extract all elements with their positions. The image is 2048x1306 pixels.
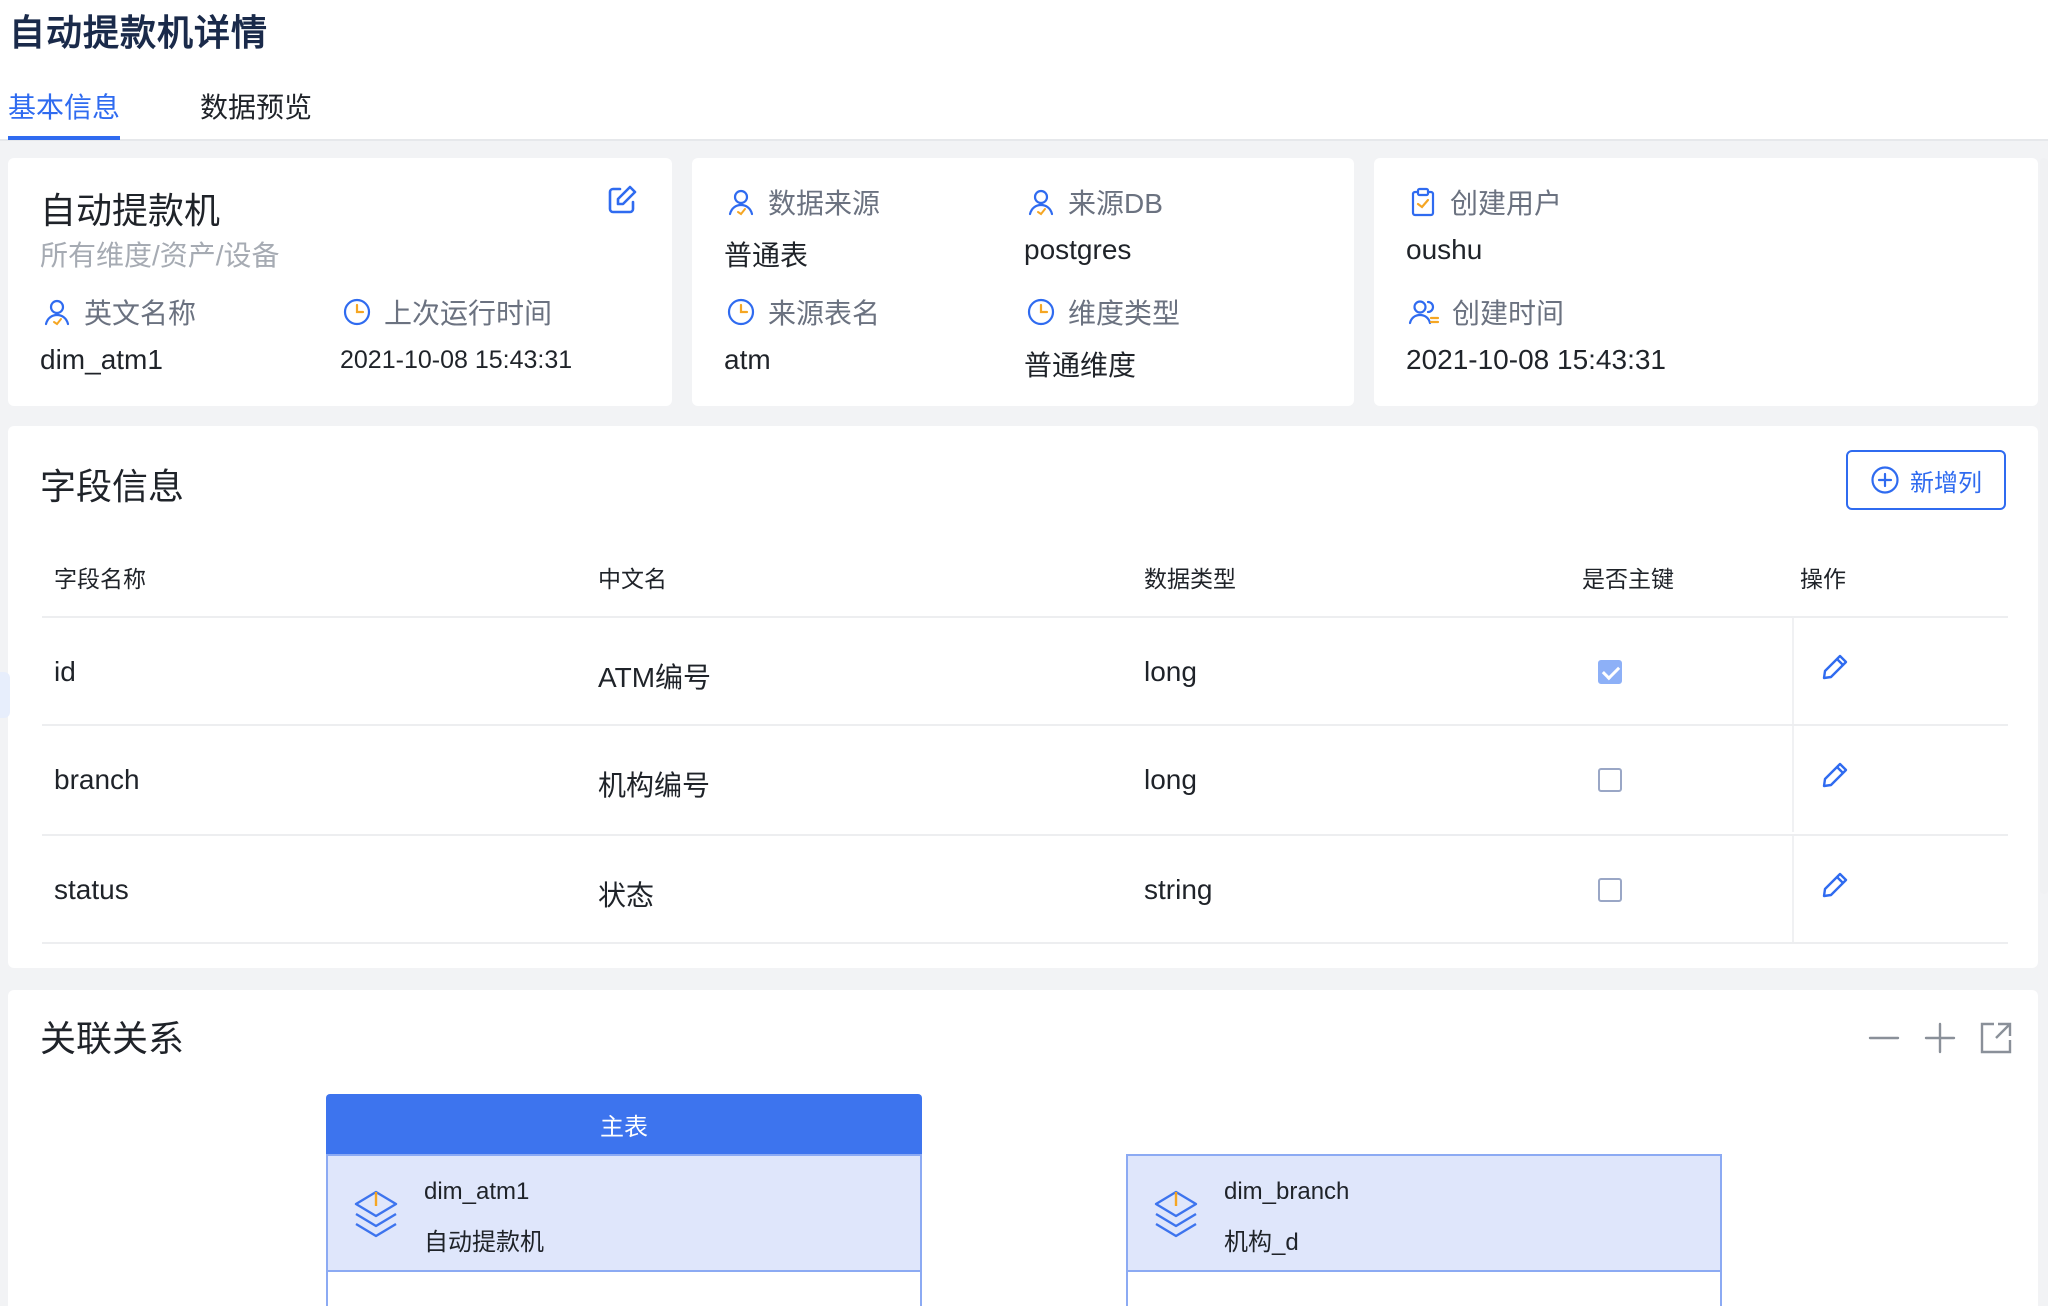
primary-key-checkbox[interactable] [1598, 768, 1622, 792]
clipboard-icon [1411, 187, 1435, 217]
cn-name-cell: 机构编号 [598, 770, 711, 801]
plus-icon[interactable] [1922, 1020, 1958, 1056]
field-name-cell: branch [54, 764, 140, 795]
fields-title: 字段信息 [40, 466, 185, 507]
add-column-label: 新增列 [1910, 469, 1982, 497]
last-run-value: 2021-10-08 15:43:31 [340, 346, 573, 374]
english-name-value: dim_atm1 [40, 344, 163, 375]
table-row: status 状态 string [42, 834, 2008, 942]
created-time-label-text: 创建时间 [1452, 298, 1565, 329]
source-db-label-text: 来源DB [1068, 188, 1163, 219]
source-table-label-text: 来源表名 [768, 298, 881, 329]
created-time-value: 2021-10-08 15:43:31 [1406, 344, 1666, 375]
data-source-label-text: 数据来源 [768, 188, 881, 219]
clock-icon [1027, 298, 1055, 326]
user-icon [1028, 189, 1054, 216]
divider [1792, 618, 1794, 724]
main-table-node[interactable]: 主表 dim_atm1 自动提款机 [326, 1094, 922, 1306]
primary-key-checkbox[interactable] [1598, 878, 1622, 902]
primary-key-checkbox[interactable] [1598, 660, 1622, 684]
source-db-label: 来源DB [1026, 182, 1163, 222]
page-header: 自动提款机详情 基本信息 数据预览 [0, 0, 2048, 141]
plus-circle-icon [1871, 466, 1899, 494]
data-source-label: 数据来源 [726, 182, 880, 222]
relations-section: 关联关系 主表 dim_atm1 自动提款机 dim_branch 机构_d [8, 990, 2038, 1306]
summary-card: 自动提款机 所有维度/资产/设备 英文名称 dim_atm1 上次运行时间 20… [8, 158, 672, 406]
active-tab-indicator [8, 136, 120, 140]
table-row: branch 机构编号 long [42, 724, 2008, 832]
cn-name-cell: ATM编号 [598, 662, 712, 693]
user-icon [44, 299, 70, 326]
table-bottom-border [42, 942, 2008, 944]
users-icon [1408, 300, 1440, 325]
add-column-button[interactable]: 新增列 [1846, 450, 2006, 510]
divider [1792, 726, 1794, 832]
field-name-cell: status [54, 874, 129, 905]
node-table-name: dim_atm1 [424, 1178, 530, 1205]
node-footer [326, 1272, 922, 1306]
data-source-value: 普通表 [724, 240, 809, 271]
creator-user-label: 创建用户 [1408, 182, 1562, 222]
created-time-label: 创建时间 [1408, 292, 1564, 332]
fields-section: 字段信息 新增列 字段名称 中文名 数据类型 是否主键 操作 id ATM编号 … [8, 426, 2038, 968]
source-card: 数据来源 普通表 来源DB postgres 来源表名 atm 维度类型 普通维… [692, 158, 1354, 406]
col-header-field-name: 字段名称 [54, 566, 146, 592]
data-type-cell: long [1144, 764, 1197, 795]
page-title: 自动提款机详情 [9, 12, 269, 53]
col-header-actions: 操作 [1800, 566, 1846, 592]
tab-basic-info[interactable]: 基本信息 [8, 86, 120, 126]
node-body: dim_branch 机构_d [1126, 1154, 1722, 1272]
pencil-icon[interactable] [1820, 870, 1850, 900]
dim-type-label: 维度类型 [1026, 292, 1180, 332]
node-table-name: dim_branch [1224, 1178, 1350, 1205]
cube-icon [354, 1190, 398, 1238]
dimension-path: 所有维度/资产/设备 [40, 240, 280, 271]
scrollbar[interactable] [2040, 158, 2048, 894]
pencil-icon[interactable] [1820, 652, 1850, 682]
pencil-icon[interactable] [1820, 760, 1850, 790]
table-row: id ATM编号 long [42, 616, 2008, 724]
field-name-cell: id [54, 656, 76, 687]
source-db-value: postgres [1024, 234, 1132, 265]
cube-icon [1154, 1190, 1198, 1238]
minus-icon[interactable] [1866, 1020, 1902, 1056]
edit-icon[interactable] [606, 184, 638, 216]
english-name-label: 英文名称 [42, 292, 196, 332]
cn-name-cell: 状态 [598, 880, 655, 911]
clock-icon [727, 298, 755, 326]
last-run-label: 上次运行时间 [342, 292, 552, 332]
user-icon [728, 189, 754, 216]
dim-type-label-text: 维度类型 [1068, 298, 1181, 329]
source-table-value: atm [724, 344, 771, 375]
col-header-cn-name: 中文名 [598, 566, 667, 592]
last-run-label-text: 上次运行时间 [384, 298, 553, 329]
side-drawer-handle[interactable] [0, 672, 10, 718]
node-table-cn: 机构_d [1224, 1229, 1299, 1256]
node-body: dim_atm1 自动提款机 [326, 1154, 922, 1272]
relations-title: 关联关系 [40, 1018, 185, 1059]
main-table-header: 主表 [326, 1094, 922, 1154]
dimension-name: 自动提款机 [40, 190, 221, 231]
page: 自动提款机详情 基本信息 数据预览 自动提款机 所有维度/资产/设备 英文名称 … [0, 0, 2048, 1306]
node-footer [1126, 1272, 1722, 1306]
col-header-primary-key: 是否主键 [1582, 566, 1674, 592]
english-name-label-text: 英文名称 [84, 298, 197, 329]
divider [1792, 836, 1794, 942]
clock-icon [343, 298, 371, 326]
dim-type-value: 普通维度 [1024, 350, 1137, 381]
data-type-cell: string [1144, 874, 1213, 905]
fullscreen-icon[interactable] [1978, 1020, 2014, 1056]
source-table-label: 来源表名 [726, 292, 880, 332]
creator-user-label-text: 创建用户 [1450, 188, 1563, 219]
col-header-data-type: 数据类型 [1144, 566, 1236, 592]
related-table-node[interactable]: dim_branch 机构_d [1126, 1154, 1722, 1306]
creator-user-value: oushu [1406, 234, 1483, 265]
data-type-cell: long [1144, 656, 1197, 687]
tab-data-preview[interactable]: 数据预览 [200, 86, 312, 126]
creator-card: 创建用户 oushu 创建时间 2021-10-08 15:43:31 [1374, 158, 2038, 406]
node-table-cn: 自动提款机 [424, 1229, 544, 1256]
